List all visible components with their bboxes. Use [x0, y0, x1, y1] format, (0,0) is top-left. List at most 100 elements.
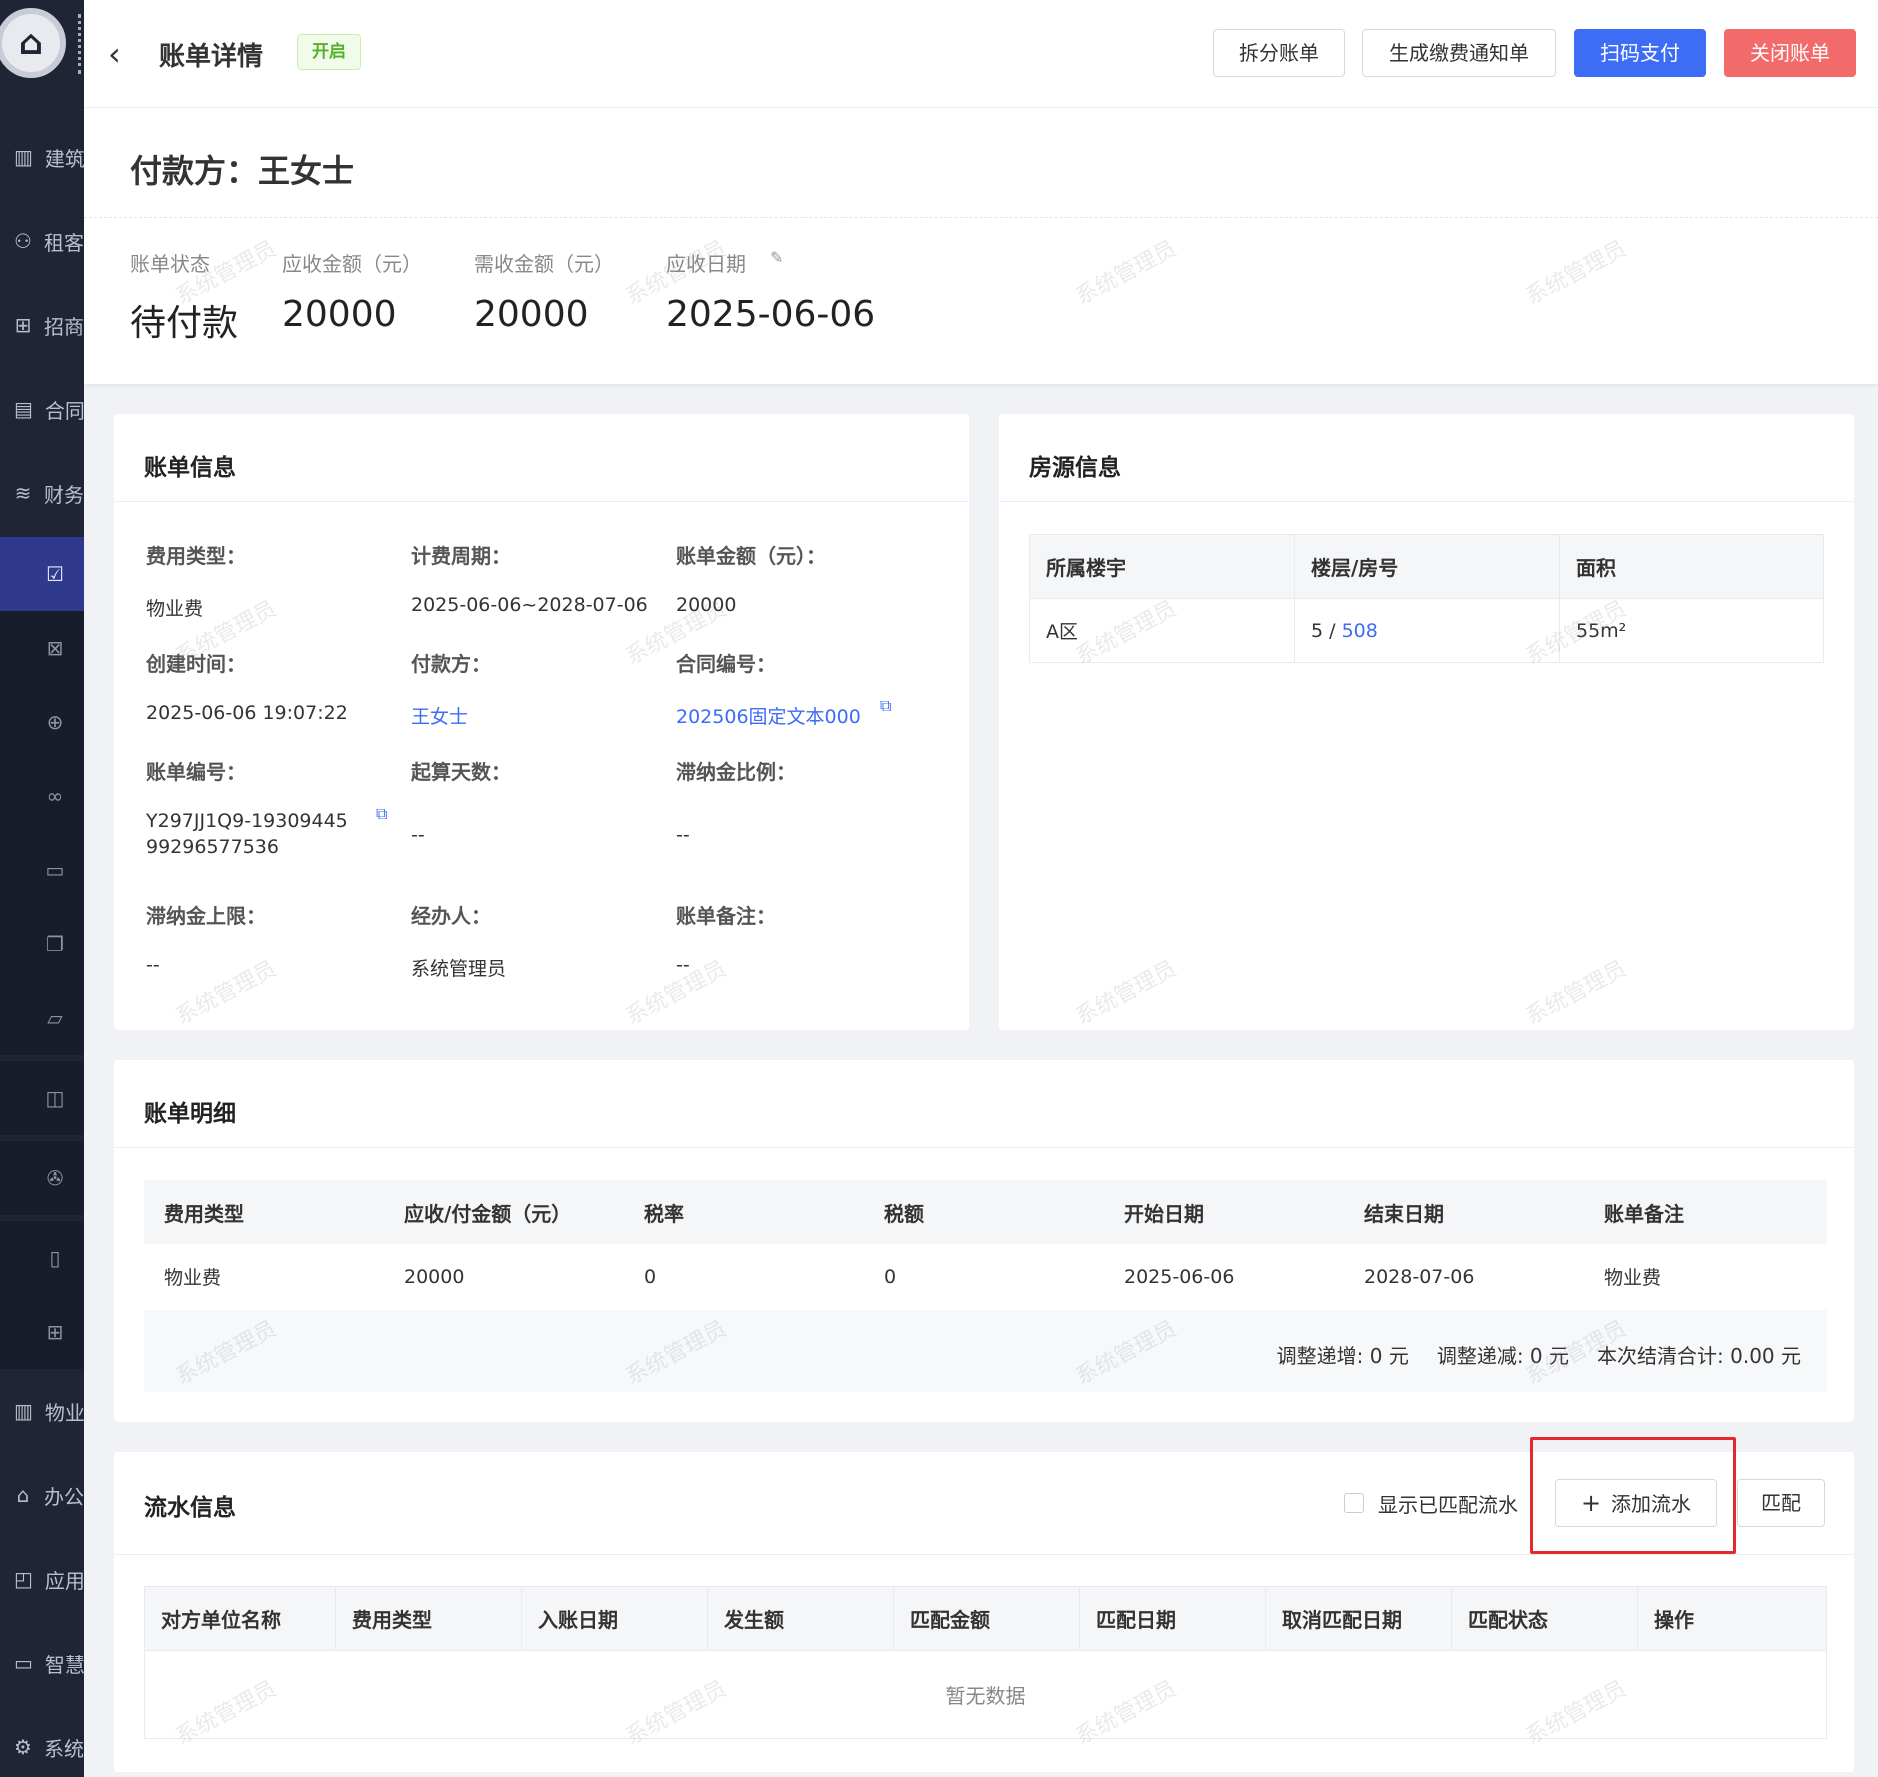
col-fee-type: 费用类型 — [335, 1586, 522, 1651]
sidebar-item-office[interactable]: ⌂ 办公 — [0, 1460, 84, 1530]
document-icon: ▤ — [14, 397, 33, 421]
summary-date-value: 2025-06-06 — [666, 294, 876, 335]
cell-area: 55m² — [1559, 598, 1824, 663]
period-label: 计费周期： — [411, 544, 511, 568]
back-chevron-icon[interactable]: ‹ — [108, 34, 121, 74]
bill-info-card: 账单信息 费用类型： 计费周期： 账单金额（元）： 物业费 2025-06-06… — [114, 414, 969, 1030]
bill-no-value: Y297JJ1Q9-19309445 — [146, 810, 348, 832]
status-badge: 开启 — [297, 34, 361, 70]
sidebar-item-smart[interactable]: ▭ 智慧 — [0, 1628, 84, 1698]
col-unmatch-date: 取消匹配日期 — [1265, 1586, 1452, 1651]
sidebar-sub-folder-add[interactable]: ⊞ — [0, 1295, 84, 1369]
bill-no-value-cont: 99296577536 — [146, 836, 279, 858]
floor-text: 5 / — [1311, 619, 1342, 642]
sidebar-sub-phone[interactable]: ▯ — [0, 1221, 84, 1295]
monitor-icon: ▭ — [14, 1651, 33, 1675]
col-match-status: 匹配状态 — [1451, 1586, 1638, 1651]
sidebar-sub-wheel[interactable]: ✇ — [0, 1141, 84, 1215]
summary-receivable-value: 20000 — [282, 294, 397, 335]
sidebar-sub-bill[interactable]: ☑ — [0, 537, 84, 611]
close-bill-button[interactable]: 关闭账单 — [1724, 29, 1856, 77]
copy-contract-icon[interactable]: ⧉ — [880, 696, 891, 716]
split-bill-button[interactable]: 拆分账单 — [1213, 29, 1345, 77]
contract-link[interactable]: 202506固定文本000 — [676, 702, 861, 729]
sidebar-item-apps[interactable]: ◰ 应用 — [0, 1544, 84, 1614]
handler-label: 经办人： — [411, 904, 491, 928]
folder-icon: ▱ — [47, 1006, 63, 1030]
period-value: 2025-06-06~2028-07-06 — [411, 594, 648, 616]
table-row: 物业费 20000 0 0 2025-06-06 2028-07-06 物业费 — [144, 1244, 1827, 1311]
scan-pay-button[interactable]: 扫码支付 — [1574, 29, 1706, 77]
generate-notice-button[interactable]: 生成缴费通知单 — [1362, 29, 1556, 77]
page-title: 账单详情 — [159, 42, 264, 72]
property-table: 所属楼宇 楼层/房号 面积 A区 5 / 508 55m² — [1029, 534, 1824, 663]
sidebar-sub-camera[interactable]: ◫ — [0, 1061, 84, 1135]
card-divider — [114, 1554, 1854, 1555]
copy-icon: ❐ — [46, 932, 64, 956]
property-info-title: 房源信息 — [1029, 455, 1121, 481]
cell-tax-rate: 0 — [624, 1244, 864, 1311]
col-start-date: 开始日期 — [1104, 1180, 1344, 1244]
match-button[interactable]: 匹配 — [1737, 1479, 1825, 1527]
col-fee-type: 费用类型 — [144, 1180, 384, 1244]
col-amount: 发生额 — [707, 1586, 894, 1651]
sidebar-item-contract[interactable]: ▤ 合同 — [0, 374, 84, 444]
bill-check-icon: ☑ — [46, 562, 64, 586]
link-icon: ∞ — [46, 784, 64, 808]
late-ratio-label: 滞纳金比例： — [676, 760, 796, 784]
summary-due: 需收金额（元） 20000 — [474, 248, 614, 335]
handler-value: 系统管理员 — [411, 958, 507, 980]
summary-status: 账单状态 待付款 — [130, 248, 238, 346]
totals: 调整递增: 0 元 调整递减: 0 元 本次结清合计: 0.00 元 — [1249, 1340, 1801, 1369]
total-increase: 调整递增: 0 元 — [1276, 1344, 1409, 1368]
cell-amount: 20000 — [384, 1244, 624, 1311]
file-plus-icon: ⊕ — [46, 710, 64, 734]
bill-detail-card: 账单明细 费用类型 应收/付金额（元） 税率 税额 开始日期 结束日期 账单备注… — [114, 1060, 1854, 1422]
sidebar-item-finance[interactable]: ≋ 财务 — [0, 458, 84, 528]
edit-icon[interactable]: ✎ — [770, 248, 783, 267]
wheel-icon: ✇ — [46, 1166, 64, 1190]
sidebar-item-tenant[interactable]: ⚇ 租客 — [0, 206, 84, 276]
bill-no-label: 账单编号： — [146, 760, 246, 784]
amount-value: 20000 — [676, 594, 737, 616]
app-logo[interactable]: ⌂ — [0, 8, 66, 78]
payer-label: 付款方： — [411, 652, 491, 676]
empty-text: 暂无数据 — [144, 1650, 1827, 1739]
sidebar-sub-message[interactable]: ▭ — [0, 833, 84, 907]
cell-floor-room: 5 / 508 — [1294, 598, 1560, 663]
contract-label: 合同编号： — [676, 652, 776, 676]
late-cap-value: -- — [146, 954, 160, 976]
card-divider — [999, 501, 1854, 502]
show-matched-label: 显示已匹配流水 — [1378, 1493, 1518, 1517]
copy-bill-no-icon[interactable]: ⧉ — [376, 804, 387, 824]
sidebar-sub-copy[interactable]: ❐ — [0, 907, 84, 981]
sidebar-sub-file-add[interactable]: ⊕ — [0, 685, 84, 759]
logo-mark: ⌂ — [18, 23, 44, 63]
late-ratio-value: -- — [676, 824, 690, 846]
summary-status-label: 账单状态 — [130, 252, 210, 276]
col-remark: 账单备注 — [1584, 1180, 1827, 1244]
room-link[interactable]: 508 — [1342, 620, 1378, 642]
building-icon: ▥ — [14, 1399, 33, 1423]
sidebar-item-investment[interactable]: ⊞ 招商 — [0, 290, 84, 360]
highlight-box — [1530, 1437, 1736, 1554]
cell-remark: 物业费 — [1584, 1244, 1827, 1311]
show-matched-checkbox[interactable] — [1344, 1493, 1364, 1513]
payer-link[interactable]: 王女士 — [411, 702, 468, 729]
camera-icon: ◫ — [45, 1086, 65, 1110]
sidebar-item-system[interactable]: ⚙ 系统 — [0, 1712, 84, 1777]
sidebar-sub-link[interactable]: ∞ — [0, 759, 84, 833]
col-match-date: 匹配日期 — [1079, 1586, 1266, 1651]
sidebar-item-building[interactable]: ▥ 建筑 — [0, 122, 84, 192]
late-cap-label: 滞纳金上限： — [146, 904, 266, 928]
totals-row: 调整递增: 0 元 调整递减: 0 元 本次结清合计: 0.00 元 — [144, 1310, 1827, 1392]
fee-type-label: 费用类型： — [146, 544, 246, 568]
created-label: 创建时间： — [146, 652, 246, 676]
flow-info-title: 流水信息 — [144, 1495, 236, 1521]
amount-label: 账单金额（元）： — [676, 544, 826, 568]
col-match-amount: 匹配金额 — [893, 1586, 1080, 1651]
col-end-date: 结束日期 — [1344, 1180, 1584, 1244]
sidebar-sub-invoice[interactable]: ⊠ — [0, 611, 84, 685]
sidebar-item-property[interactable]: ▥ 物业 — [0, 1376, 84, 1446]
sidebar-sub-folder[interactable]: ▱ — [0, 981, 84, 1055]
